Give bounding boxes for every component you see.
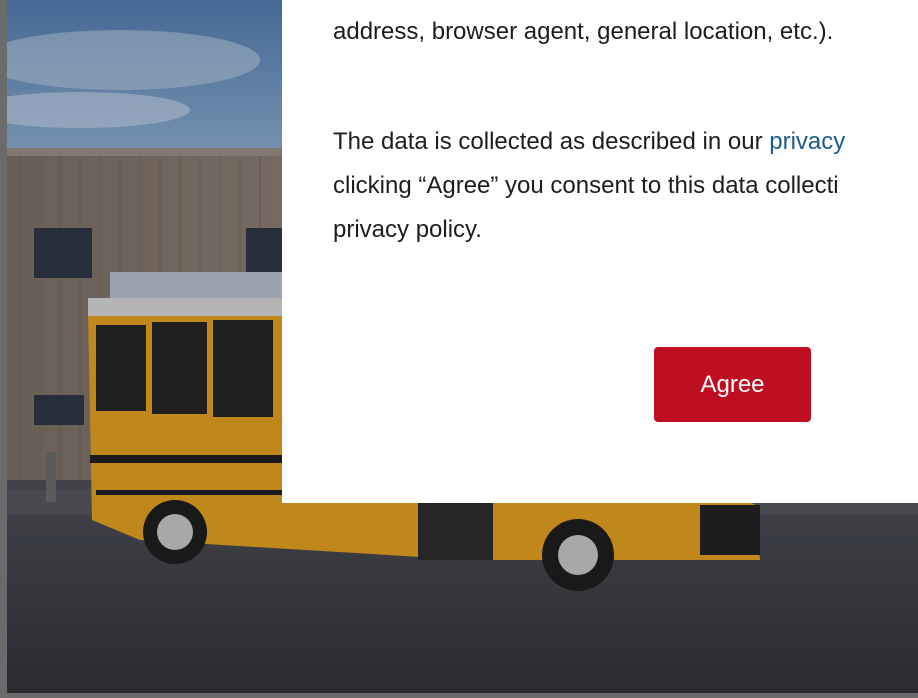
consent-dialog: address, browser agent, general location… [282,0,918,503]
consent-paragraph-2-line2: clicking “Agree” you consent to this dat… [333,172,839,199]
agree-button[interactable]: Agree [654,347,811,422]
consent-paragraph-1: address, browser agent, general location… [333,10,918,54]
consent-paragraph-2-line3: privacy policy. [333,216,482,243]
consent-paragraph-2-prefix: The data is collected as described in ou… [333,128,770,155]
consent-paragraph-2: The data is collected as described in ou… [333,120,918,252]
privacy-link[interactable]: privacy [769,128,845,155]
consent-paragraph-1-text: address, browser agent, general location… [333,18,834,45]
